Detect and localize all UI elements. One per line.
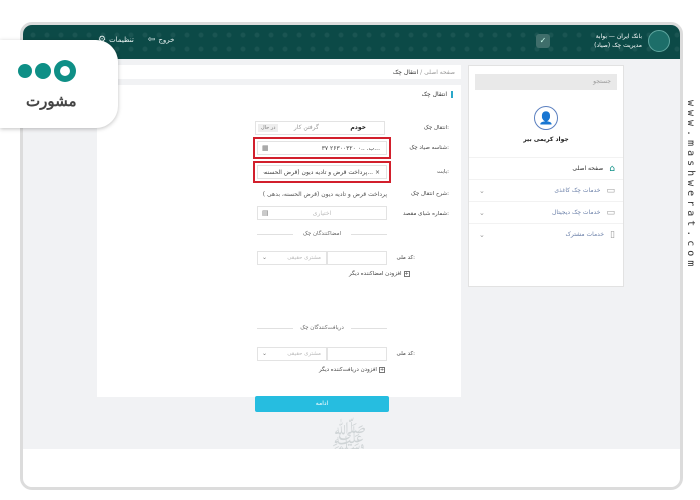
chevron-down-icon: ⌄: [262, 254, 268, 261]
sayad-label: شناسه صیاد چک:: [409, 145, 449, 151]
breadcrumb-home[interactable]: صفحه اصلی: [424, 69, 455, 76]
reason-label: بابت:: [437, 169, 449, 175]
user-avatar-icon: 👤: [534, 106, 558, 130]
receiver-type-select[interactable]: ⌄ مشتری حقیقی: [257, 347, 327, 361]
sidebar-item-home[interactable]: صفحه اصلی ⌂: [469, 157, 623, 179]
transfer-toggle: در حال گرفتن کار خودم: [255, 121, 385, 135]
add-receiver-button[interactable]: افزودن دریافت‌کننده دیگر +: [319, 367, 385, 373]
sidebar-item-label: خدمات چک دیجیتال: [552, 209, 601, 216]
sidebar-item-label: صفحه اصلی: [572, 165, 604, 172]
sidebar-menu: صفحه اصلی ⌂ ⌄ خدمات چک کاغذی ▭ ⌄ خدمات چ…: [469, 157, 623, 245]
receiver-type-value: مشتری حقیقی: [287, 351, 321, 357]
browser-frame: ⚙تنظیمات ⇦خروج ✓ بانک ایران — بوابة مدیر…: [20, 22, 683, 490]
chevron-down-icon: ⌄: [262, 350, 268, 357]
add-receiver-label: افزودن دریافت‌کننده دیگر: [319, 367, 377, 373]
sidebar: جستجو 👤 جواد کریمی بیر صفحه اصلی ⌂ ⌄ خدم…: [468, 65, 624, 287]
sidebar-search-input[interactable]: جستجو: [475, 74, 617, 90]
sidebar-item-paper-cheque[interactable]: ⌄ خدمات چک کاغذی ▭: [469, 179, 623, 201]
site-badge: مشورت: [0, 40, 118, 128]
brand-text: بانک ایران — بوابة مدیریت چک (صیاد): [594, 32, 642, 50]
top-actions: ⚙تنظیمات ⇦خروج: [98, 35, 174, 45]
toggle-other[interactable]: گرفتن کار: [280, 122, 332, 134]
shield-icon[interactable]: ✓: [536, 34, 550, 48]
cheque-icon: ▭: [606, 185, 615, 196]
shaba-input[interactable]: ▤ اختیاری: [257, 206, 387, 220]
signer-type-value: مشتری حقیقی: [287, 255, 321, 261]
sidebar-item-shared[interactable]: ⌄ خدمات مشترک ▯: [469, 223, 623, 245]
user-name: جواد کریمی بیر: [523, 136, 569, 143]
home-icon: ⌂: [609, 163, 615, 174]
desc-label: شرح انتقال چک:: [410, 191, 449, 197]
transfer-label: انتقال چک:: [423, 125, 449, 131]
signers-title: امضاکنندگان چک: [257, 231, 387, 237]
breadcrumb-sep: /: [420, 69, 423, 76]
sidebar-item-label: خدمات مشترک: [565, 231, 605, 238]
add-signer-button[interactable]: افزودن امضاکننده دیگر +: [349, 271, 410, 277]
brand-line2: مدیریت چک (صیاد): [594, 42, 642, 49]
brand-line1: بانک ایران — بوابة: [595, 33, 642, 40]
breadcrumb: صفحه اصلی / انتقال چک: [97, 65, 461, 79]
sidebar-item-label: خدمات چک کاغذی: [554, 187, 601, 194]
page-bottom: [23, 449, 680, 487]
breadcrumb-current: انتقال چک: [392, 69, 419, 76]
badge-logo-icon: [18, 60, 76, 82]
continue-button[interactable]: ادامه: [255, 396, 389, 412]
exit-label: خروج: [158, 36, 175, 44]
chevron-down-icon: ⌄: [479, 186, 485, 195]
signer-type-select[interactable]: ⌄ مشتری حقیقی: [257, 251, 327, 265]
plus-icon: +: [378, 367, 385, 373]
signer-code-input[interactable]: [327, 251, 387, 265]
badge-name: مشورت: [26, 92, 77, 110]
highlight-box-sayad: [253, 137, 391, 159]
page-title: انتقال چک: [422, 91, 453, 98]
top-bar: ⚙تنظیمات ⇦خروج ✓ بانک ایران — بوابة مدیر…: [23, 25, 680, 59]
sidebar-item-digital-cheque[interactable]: ⌄ خدمات چک دیجیتال ▭: [469, 201, 623, 223]
toggle-self[interactable]: خودم: [332, 122, 384, 134]
chevron-down-icon: ⌄: [479, 230, 485, 239]
receivers-title: دریافت‌کنندگان چک: [257, 325, 387, 331]
document-icon: ▯: [610, 229, 615, 240]
shaba-placeholder: اختیاری: [312, 210, 332, 217]
settings-label: تنظیمات: [109, 36, 134, 44]
receiver-code-label: کد ملی:: [396, 351, 415, 357]
bank-logo-icon: [648, 30, 670, 52]
logout-icon: ⇦: [147, 35, 156, 45]
digital-cheque-icon: ▭: [606, 207, 615, 218]
highlight-box-reason: [253, 161, 391, 183]
toggle-tag: در حال: [258, 124, 279, 132]
national-label: شماره شبای مقصد:: [403, 211, 449, 217]
form-panel: انتقال چک انتقال چک: در حال گرفتن کار خو…: [97, 85, 461, 412]
receiver-code-input[interactable]: [327, 347, 387, 361]
hash-icon: ▤: [262, 209, 269, 217]
brand: بانک ایران — بوابة مدیریت چک (صیاد): [594, 30, 670, 52]
signer-code-label: کد ملی:: [396, 255, 415, 261]
plus-icon: +: [403, 271, 410, 277]
add-signer-label: افزودن امضاکننده دیگر: [349, 271, 402, 277]
exit-button[interactable]: ⇦ خروج: [148, 35, 175, 45]
watermark-url: www.mashwerat.com: [685, 100, 696, 271]
chevron-down-icon: ⌄: [479, 208, 485, 217]
desc-value[interactable]: پرداخت قرض و تادیه دیون (قرض الحسنه، بده…: [257, 191, 387, 198]
